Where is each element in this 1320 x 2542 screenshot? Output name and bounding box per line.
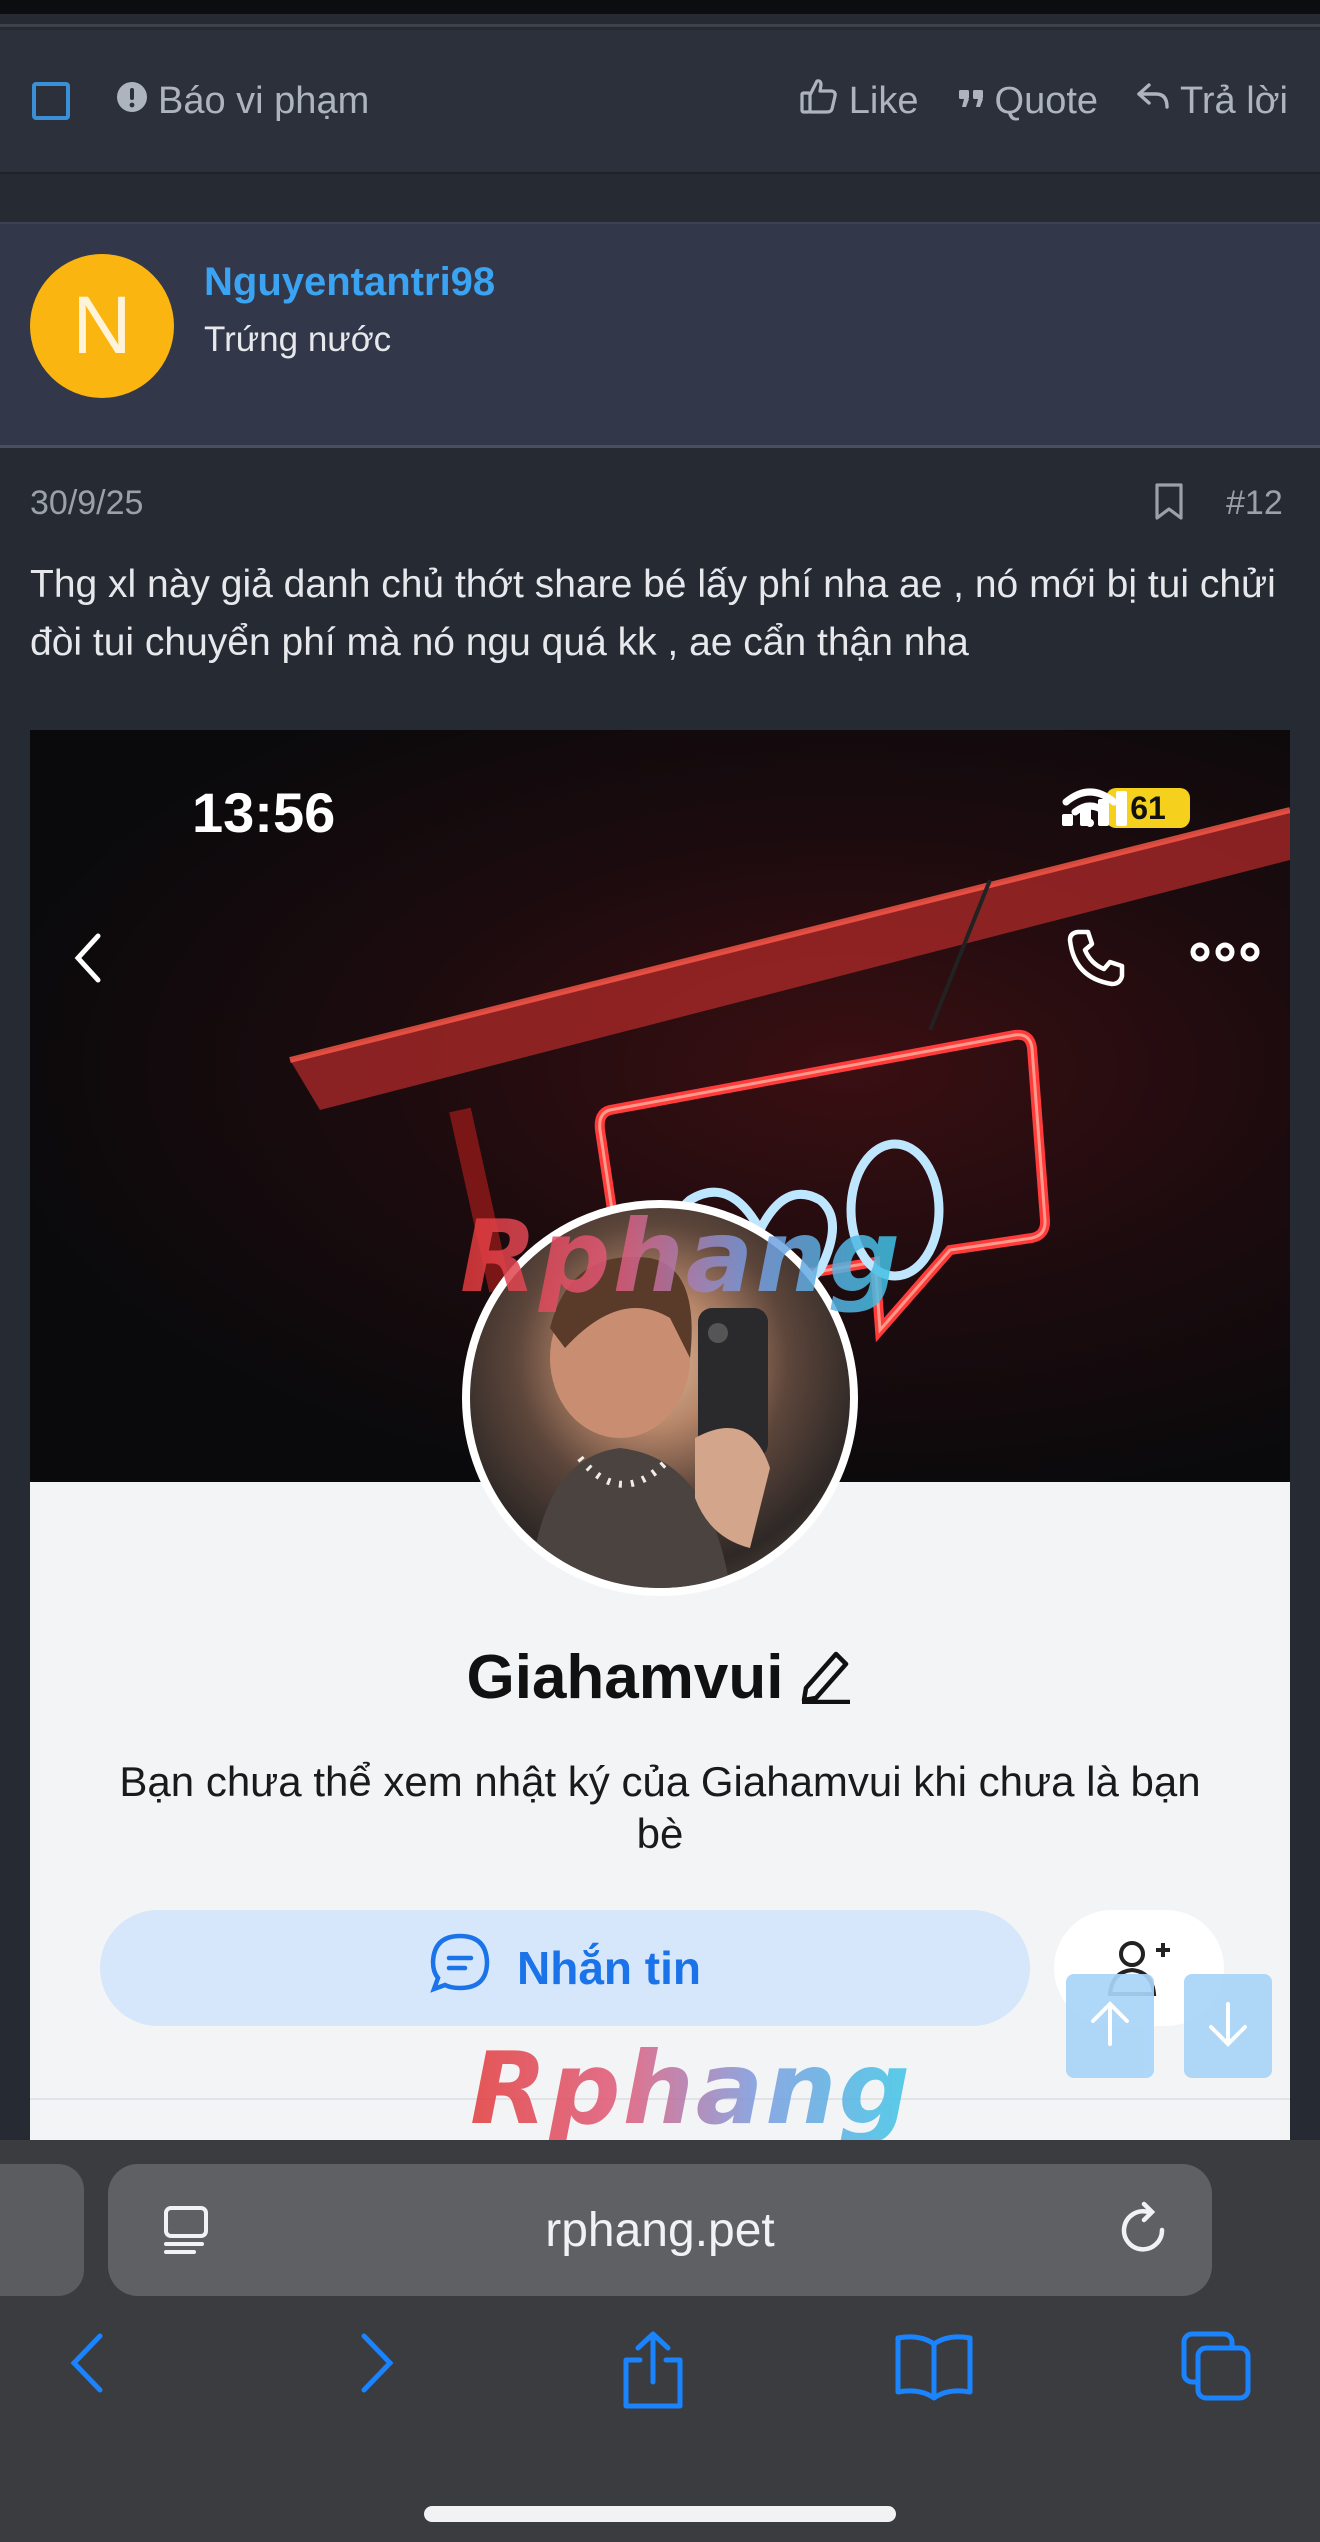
report-button[interactable]: Báo vi phạm <box>116 80 369 123</box>
quote-label: Quote <box>994 79 1099 122</box>
reload-icon[interactable] <box>1116 2200 1172 2272</box>
share-icon[interactable] <box>620 2330 686 2415</box>
quote-button[interactable]: Quote <box>957 79 1099 123</box>
bookmark-icon[interactable] <box>1152 482 1186 527</box>
message-label: Nhắn tin <box>517 1942 701 1994</box>
reader-icon[interactable] <box>158 2202 214 2270</box>
address-bar[interactable]: rphang.pet <box>108 2164 1212 2296</box>
bookmarks-icon[interactable] <box>894 2330 974 2407</box>
phone-clock: 13:56 <box>192 781 336 844</box>
avatar[interactable]: N <box>30 254 174 398</box>
browser-toolbar: rphang.pet <box>0 2140 1320 2542</box>
post-action-bar: Báo vi phạm Like Quote Trả lời <box>0 30 1320 174</box>
reply-button[interactable]: Trả lời <box>1136 79 1288 123</box>
post-date[interactable]: 30/9/25 <box>30 484 143 523</box>
post-number[interactable]: #12 <box>1226 484 1283 523</box>
scroll-bottom-button[interactable] <box>1184 1974 1272 2078</box>
like-label: Like <box>848 79 919 122</box>
top-edge <box>0 0 1320 14</box>
tabs-icon[interactable] <box>1180 2330 1252 2407</box>
quote-icon <box>957 80 985 123</box>
edit-pencil-icon <box>798 1644 854 1719</box>
like-button[interactable]: Like <box>799 76 919 126</box>
thumbs-up-icon <box>799 76 839 126</box>
post-author: N Nguyentantri98 Trứng nước <box>0 222 1320 448</box>
user-title: Trứng nước <box>204 320 392 359</box>
select-checkbox[interactable] <box>32 82 70 120</box>
url-text: rphang.pet <box>545 2203 775 2257</box>
previous-tab[interactable] <box>0 2164 84 2296</box>
reply-icon <box>1136 79 1170 123</box>
forward-icon[interactable] <box>352 2330 400 2401</box>
arrow-down-icon <box>1207 2000 1249 2053</box>
home-indicator <box>424 2506 896 2522</box>
reply-label: Trả lời <box>1180 79 1288 122</box>
chat-bubble-icon <box>429 1932 491 2005</box>
report-label: Báo vi phạm <box>158 79 370 122</box>
message-button: Nhắn tin <box>100 1910 1030 2026</box>
profile-name-text: Giahamvui <box>466 1643 784 1712</box>
back-icon[interactable] <box>64 2330 112 2401</box>
username-link[interactable]: Nguyentantri98 <box>204 260 495 305</box>
watermark-bottom: Rphang <box>470 2030 913 2147</box>
alert-icon <box>116 80 148 123</box>
profile-name: Giahamvui <box>30 1642 1290 1719</box>
watermark-top: Rphang <box>460 1198 903 1315</box>
top-divider <box>0 24 1320 27</box>
attached-image[interactable]: 13:56 61 Rphang Giahamvui Bạn chưa thể x… <box>30 730 1290 2150</box>
post-body: Thg xl này giả danh chủ thớt share bé lấ… <box>30 563 1276 664</box>
privacy-note: Bạn chưa thể xem nhật ký của Giahamvui k… <box>119 1758 1201 1857</box>
scroll-top-button[interactable] <box>1066 1974 1154 2078</box>
phone-status-icons: 61 <box>1062 788 1190 828</box>
arrow-up-icon <box>1089 2000 1131 2053</box>
